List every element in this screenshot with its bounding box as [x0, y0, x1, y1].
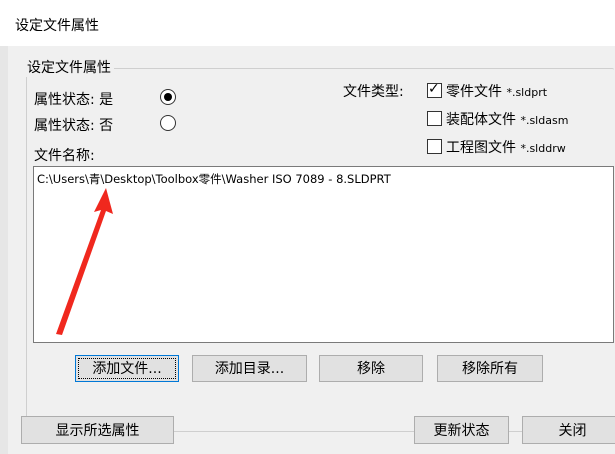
remove-all-button[interactable]: 移除所有: [437, 355, 543, 382]
list-item[interactable]: C:\Users\青\Desktop\Toolbox零件\Washer ISO …: [37, 171, 391, 187]
part-file-checkbox[interactable]: ✓: [427, 81, 442, 98]
update-status-button[interactable]: 更新状态: [414, 416, 509, 444]
add-file-button[interactable]: 添加文件...: [75, 355, 179, 382]
arrow-shape: [56, 188, 113, 335]
file-name-label: 文件名称:: [34, 148, 95, 164]
red-arrow-annotation: [56, 188, 113, 335]
radio-selected-dot: [164, 93, 172, 101]
attribute-yes-radio[interactable]: [160, 89, 176, 105]
assembly-file-label: 装配体文件 *.sldasm: [446, 112, 569, 128]
remove-button[interactable]: 移除: [319, 355, 423, 382]
file-type-label: 文件类型:: [343, 84, 404, 100]
show-selected-properties-button[interactable]: 显示所选属性: [21, 416, 174, 444]
part-file-label: 零件文件 *.sldprt: [446, 84, 548, 100]
add-directory-button[interactable]: 添加目录...: [192, 355, 307, 382]
drawing-file-label: 工程图文件 *.slddrw: [446, 140, 566, 156]
focus-rect: 添加文件...: [78, 358, 176, 379]
attribute-yes-label: 属性状态: 是: [34, 92, 114, 108]
title-bar: 设定文件属性: [0, 0, 615, 46]
attribute-no-radio[interactable]: [160, 115, 176, 131]
attribute-no-label: 属性状态: 否: [34, 118, 114, 134]
group-label: 设定文件属性: [24, 57, 114, 77]
check-icon: ✓: [428, 81, 440, 97]
file-list[interactable]: C:\Users\青\Desktop\Toolbox零件\Washer ISO …: [33, 166, 614, 343]
drawing-file-checkbox[interactable]: [427, 139, 442, 154]
assembly-file-checkbox[interactable]: [427, 111, 442, 126]
window-title: 设定文件属性: [15, 18, 99, 34]
close-button[interactable]: 关闭: [522, 416, 615, 444]
